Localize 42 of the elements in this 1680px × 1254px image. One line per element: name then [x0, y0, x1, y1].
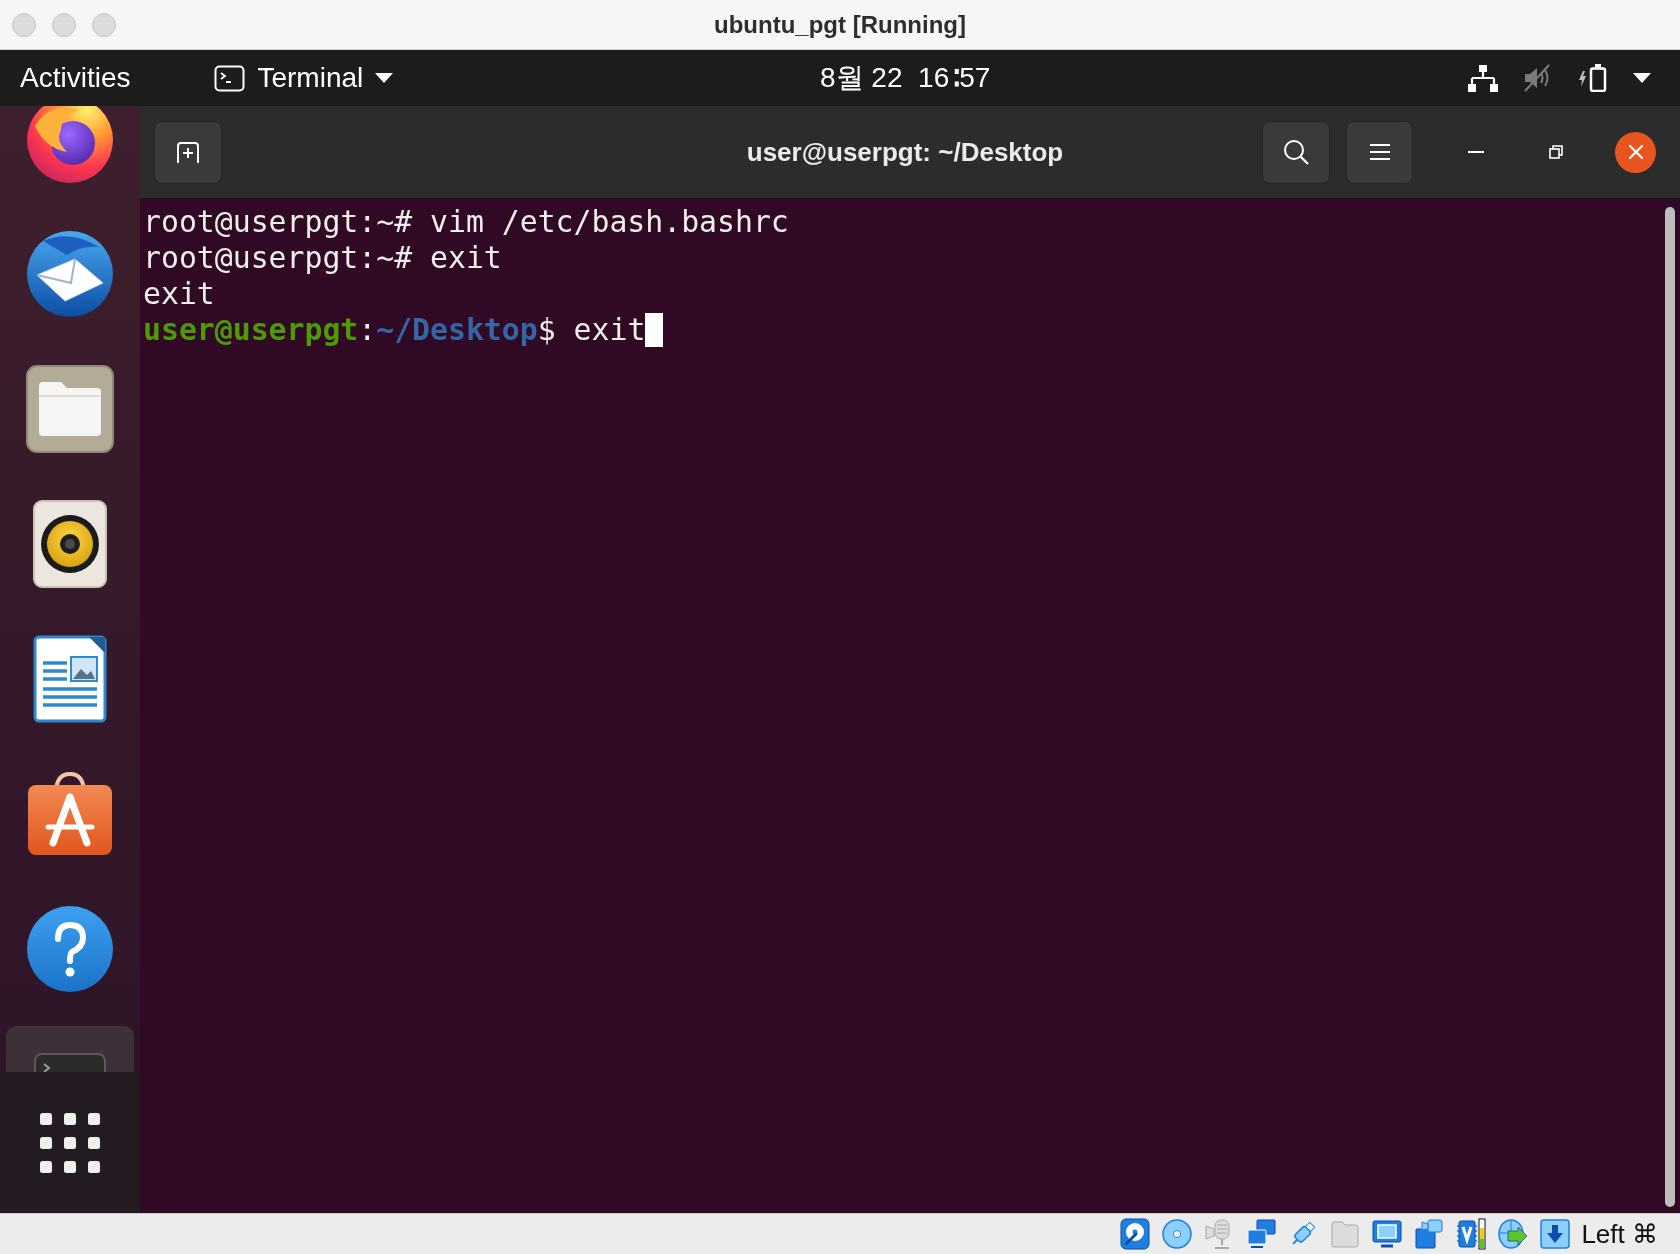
monitor-icon[interactable]	[1372, 1218, 1403, 1250]
restore-icon[interactable]	[1548, 145, 1563, 159]
battery-icon[interactable]	[1578, 64, 1608, 92]
menu-button[interactable]	[1346, 120, 1413, 184]
caret-icon[interactable]	[1633, 73, 1651, 83]
optical-disc-icon[interactable]	[1162, 1218, 1193, 1250]
active-app-tile[interactable]	[6, 1026, 134, 1072]
speaker-icon[interactable]	[33, 500, 107, 588]
terminal-line: root@userpgt:~# exit	[143, 240, 502, 276]
chip-meter-icon[interactable]	[1456, 1218, 1487, 1250]
folder-icon[interactable]	[25, 364, 115, 454]
dropdown-caret-icon[interactable]	[375, 73, 394, 83]
activities-button[interactable]: Activities	[20, 64, 131, 92]
close-icon	[1628, 145, 1643, 159]
menu-icon	[1369, 144, 1390, 160]
mouse-arrow-icon[interactable]	[1498, 1218, 1529, 1250]
tab-plus-icon	[176, 141, 200, 163]
terminal-line: user@userpgt:~/Desktop$ exit	[143, 312, 646, 348]
muted-speaker-icon[interactable]	[1523, 64, 1553, 92]
window-title: ubuntu_pgt [Running]	[714, 9, 966, 40]
network-icon[interactable]	[1468, 64, 1498, 92]
new-tab-button[interactable]	[154, 120, 222, 184]
document-icon[interactable]	[33, 635, 107, 723]
minimize-icon[interactable]	[1467, 151, 1484, 153]
video-camera-icon[interactable]	[1414, 1218, 1445, 1250]
search-button[interactable]	[1262, 120, 1330, 184]
terminal-line: exit	[143, 276, 215, 312]
network-monitors-icon[interactable]	[1246, 1218, 1277, 1250]
app-menu-button[interactable]: Terminal	[214, 64, 394, 92]
help-icon[interactable]	[26, 905, 114, 993]
clock[interactable]: 8월 22 16∶57	[820, 64, 991, 92]
scrollbar-thumb[interactable]	[1665, 207, 1675, 1207]
app-grid-icon[interactable]	[40, 1112, 100, 1173]
close-button[interactable]	[1615, 131, 1656, 173]
host-key-label: Left ⌘	[1581, 1221, 1658, 1247]
terminal-line: root@userpgt:~# vim /etc/bash.bashrc	[143, 204, 789, 240]
shopping-bag-icon[interactable]	[26, 771, 114, 857]
terminal-title: user@userpgt: ~/Desktop	[746, 135, 1064, 169]
search-icon	[1283, 139, 1309, 165]
browser-icon[interactable]	[25, 106, 115, 184]
terminal-icon	[214, 64, 246, 92]
mail-icon[interactable]	[25, 229, 115, 319]
